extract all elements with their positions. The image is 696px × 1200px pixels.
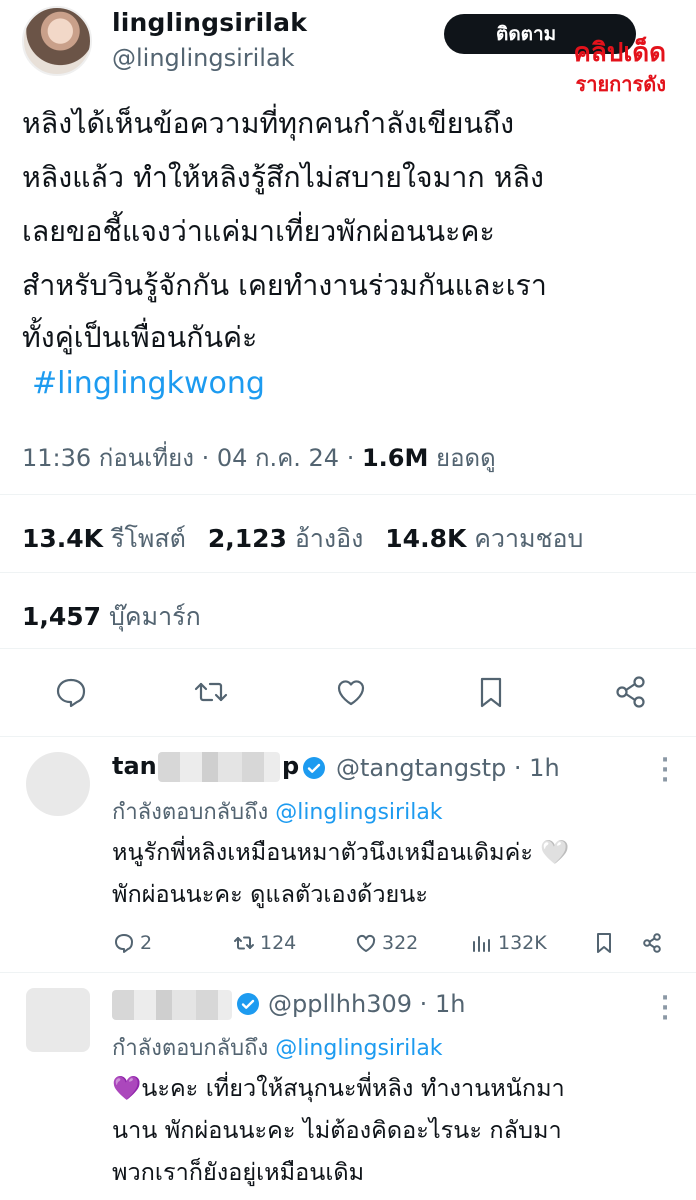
follow-button-label: ติดตาม xyxy=(496,23,557,45)
divider xyxy=(0,648,696,649)
repost-icon xyxy=(234,936,254,950)
tweet-date[interactable]: 04 ก.ค. 24 xyxy=(217,444,339,472)
tweet-time[interactable]: 11:36 ก่อนเที่ยง xyxy=(22,444,194,472)
likes-stat[interactable]: 14.8K ความชอบ xyxy=(385,524,583,553)
reply-icon[interactable] xyxy=(51,672,91,712)
watermark-title: คลิปเด็ด xyxy=(573,38,667,68)
views-count: 1.6M xyxy=(361,444,429,472)
bookmark-icon xyxy=(597,933,611,953)
meta-separator: · xyxy=(346,444,362,472)
meta-separator: · xyxy=(201,444,217,472)
share-icon xyxy=(643,933,661,953)
reply-text-line: นาน พักผ่อนนะคะ ไม่ต้องคิดอะไรนะ กลับมา xyxy=(112,1116,562,1144)
divider xyxy=(0,494,696,495)
reply-share-action[interactable] xyxy=(640,930,668,956)
tweet-text-line: สำหรับวินรู้จักกัน เคยทำงานร่วมกันและเรา xyxy=(22,269,547,302)
profile-avatar[interactable] xyxy=(22,6,92,76)
replying-to: กำลังตอบกลับถึง @linglingsirilak xyxy=(112,800,443,825)
reply-avatar[interactable] xyxy=(26,752,90,816)
tweet-text-line: หลิงแล้ว ทำให้หลิงรู้สึกไม่สบายใจมาก หลิ… xyxy=(22,161,544,194)
replying-to: กำลังตอบกลับถึง @linglingsirilak xyxy=(112,1036,443,1061)
tweet-meta: 11:36 ก่อนเที่ยง · 04 ก.ค. 24 · 1.6M ยอด… xyxy=(22,438,496,477)
tweet-text-line: เลยขอชี้แจงว่าแค่มาเที่ยวพักผ่อนนะคะ xyxy=(22,215,495,248)
reply-handle: @ppllhh309 · 1h xyxy=(268,990,466,1018)
reply-text-line: 💜นะคะ เที่ยวให้สนุกนะพี่หลิง ทำงานหนักมา xyxy=(112,1074,565,1102)
more-options-icon[interactable]: · · · xyxy=(660,750,670,792)
divider xyxy=(0,736,696,737)
divider xyxy=(0,572,696,573)
reply-text-line: พักผ่อนนะคะ ดูแลตัวเองด้วยนะ xyxy=(112,880,428,908)
reply-name-blurred xyxy=(112,990,232,1020)
verified-badge-icon xyxy=(237,993,259,1015)
views-icon xyxy=(473,936,490,952)
reply-name-partial-start[interactable]: tan xyxy=(112,752,157,780)
reply-name-blurred xyxy=(158,752,280,782)
more-options-icon[interactable]: · · · xyxy=(660,988,670,1030)
verified-badge-icon xyxy=(303,757,325,779)
reply-icon xyxy=(115,934,133,953)
reply-name-partial-end[interactable]: p xyxy=(282,752,299,780)
reply-text-line: พวกเราก็ยังอยู่เหมือนเดิม xyxy=(112,1158,365,1186)
bookmarks-stat[interactable]: 1,457 บุ๊คมาร์ก xyxy=(22,597,201,637)
mention-link[interactable]: @linglingsirilak xyxy=(275,1036,442,1061)
author-display-name[interactable]: linglingsirilak xyxy=(112,8,307,37)
mention-link[interactable]: @linglingsirilak xyxy=(275,800,442,825)
engagement-stats: 13.4K รีโพสต์ 2,123 อ้างอิง 14.8K ความชอ… xyxy=(22,519,583,559)
reply-bookmark-action[interactable] xyxy=(592,930,620,956)
like-icon xyxy=(356,934,376,952)
share-icon[interactable] xyxy=(611,672,651,712)
repost-icon[interactable] xyxy=(191,672,231,712)
bookmark-icon[interactable] xyxy=(471,672,511,712)
reply-avatar[interactable] xyxy=(26,988,90,1052)
views-label: ยอดดู xyxy=(436,444,496,472)
reply-views-action[interactable]: 132K xyxy=(470,930,547,956)
reply-age: 1h xyxy=(434,990,466,1018)
reply-repost-action[interactable]: 124 xyxy=(232,930,296,956)
reply-reply-action[interactable]: 2 xyxy=(112,930,152,956)
like-icon[interactable] xyxy=(331,672,371,712)
divider xyxy=(0,972,696,973)
author-handle[interactable]: @linglingsirilak xyxy=(112,44,295,72)
quotes-stat[interactable]: 2,123 อ้างอิง xyxy=(208,524,364,553)
reply-handle: @tangtangstp · 1h xyxy=(336,754,560,782)
reply-age: 1h xyxy=(529,754,560,782)
reposts-stat[interactable]: 13.4K รีโพสต์ xyxy=(22,524,186,553)
reply-like-action[interactable]: 322 xyxy=(354,930,418,956)
tweet-text-line: หลิงได้เห็นข้อความที่ทุกคนกำลังเขียนถึง xyxy=(22,107,515,140)
watermark-subtitle: รายการดัง xyxy=(575,72,666,96)
hashtag-link[interactable]: #linglingkwong xyxy=(32,366,265,401)
reply-text-line: หนูรักพี่หลิงเหมือนหมาตัวนึงเหมือนเดิมค่… xyxy=(112,838,570,866)
tweet-text-line: ทั้งคู่เป็นเพื่อนกันค่ะ xyxy=(22,321,258,354)
